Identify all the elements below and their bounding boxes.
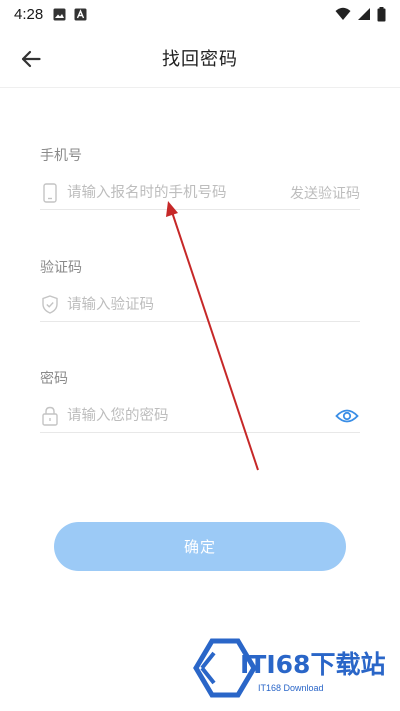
confirm-button[interactable]: 确定 — [54, 522, 346, 571]
shield-icon — [40, 294, 60, 316]
page-title: 找回密码 — [162, 49, 238, 70]
status-bar: 4:28 — [0, 0, 400, 28]
password-field-row — [40, 399, 360, 433]
phone-input[interactable] — [67, 177, 290, 208]
watermark-logo: ITI68下载站 IT168 Download — [192, 635, 392, 705]
battery-icon — [377, 6, 386, 21]
phone-field-row: 发送验证码 — [40, 176, 360, 210]
annotation-arrow — [166, 201, 259, 471]
status-system-icons — [335, 6, 386, 22]
eye-icon[interactable] — [334, 405, 360, 427]
app-notification-icon — [74, 8, 87, 20]
password-input[interactable] — [67, 400, 334, 431]
status-time: 4:28 — [14, 5, 44, 23]
image-notification-icon — [53, 8, 66, 20]
send-code-button[interactable]: 发送验证码 — [290, 183, 360, 203]
app-bar: 找回密码 — [0, 28, 400, 88]
code-field-row — [40, 288, 360, 322]
status-notification-icons — [53, 8, 87, 21]
signal-icon — [358, 8, 370, 20]
code-label: 验证码 — [40, 260, 82, 276]
phone-field-group: 手机号 发送验证码 — [40, 145, 360, 210]
watermark-sub: IT168 Download — [258, 683, 324, 693]
code-field-group: 验证码 — [40, 257, 360, 322]
wifi-icon — [335, 7, 351, 20]
phone-icon — [40, 182, 60, 204]
code-input[interactable] — [67, 289, 360, 320]
password-field-group: 密码 — [40, 368, 360, 433]
lock-icon — [40, 405, 60, 427]
phone-label: 手机号 — [40, 148, 82, 164]
password-label: 密码 — [40, 371, 68, 387]
watermark-brand: ITI68下载站 — [240, 650, 386, 679]
